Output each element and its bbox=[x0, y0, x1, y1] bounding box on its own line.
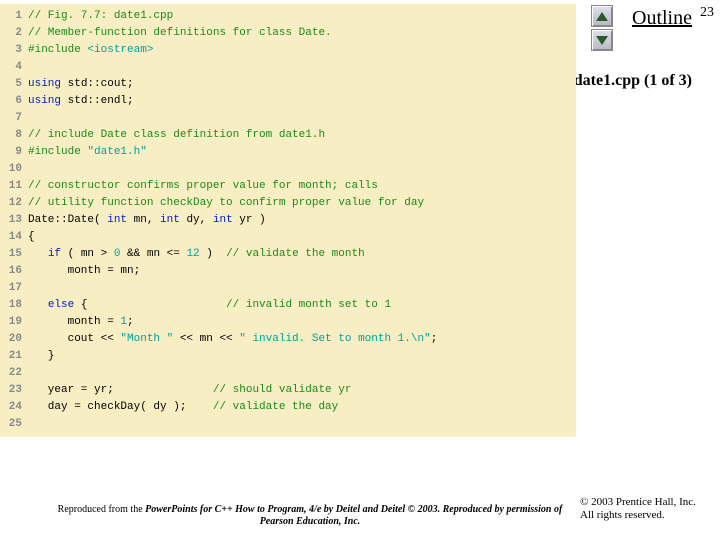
code-text: year = yr; // should validate yr bbox=[28, 382, 351, 399]
code-text: // Fig. 7.7: date1.cpp bbox=[28, 8, 173, 25]
code-line: 16 month = mn; bbox=[0, 263, 576, 280]
code-text: // utility function checkDay to confirm … bbox=[28, 195, 424, 212]
code-line: 5using std::cout; bbox=[0, 76, 576, 93]
code-text: #include "date1.h" bbox=[28, 144, 147, 161]
code-text bbox=[28, 110, 35, 127]
line-number: 5 bbox=[0, 76, 28, 93]
line-number: 3 bbox=[0, 42, 28, 59]
code-line: 19 month = 1; bbox=[0, 314, 576, 331]
code-text: else { // invalid month set to 1 bbox=[28, 297, 391, 314]
nav-buttons bbox=[591, 5, 613, 51]
code-text: if ( mn > 0 && mn <= 12 ) // validate th… bbox=[28, 246, 365, 263]
nav-down-button[interactable] bbox=[591, 29, 613, 51]
code-text bbox=[28, 416, 35, 433]
code-text: Date::Date( int mn, int dy, int yr ) bbox=[28, 212, 266, 229]
line-number: 14 bbox=[0, 229, 28, 246]
code-line: 18 else { // invalid month set to 1 bbox=[0, 297, 576, 314]
code-line: 9#include "date1.h" bbox=[0, 144, 576, 161]
code-text: #include <iostream> bbox=[28, 42, 153, 59]
code-line: 21 } bbox=[0, 348, 576, 365]
code-line: 15 if ( mn > 0 && mn <= 12 ) // validate… bbox=[0, 246, 576, 263]
repro-pre: Reproduced from the bbox=[58, 504, 145, 515]
outline-heading: Outline bbox=[632, 7, 692, 30]
line-number: 4 bbox=[0, 59, 28, 76]
line-number: 17 bbox=[0, 280, 28, 297]
code-line: 6using std::endl; bbox=[0, 93, 576, 110]
line-number: 9 bbox=[0, 144, 28, 161]
triangle-down-icon bbox=[596, 36, 608, 45]
line-number: 21 bbox=[0, 348, 28, 365]
repro-bold: PowerPoints for C++ How to Program, 4/e … bbox=[145, 504, 562, 527]
line-number: 24 bbox=[0, 399, 28, 416]
code-line: 13Date::Date( int mn, int dy, int yr ) bbox=[0, 212, 576, 229]
file-subtitle: date1.cpp (1 of 3) bbox=[574, 72, 692, 90]
copyright-line2: All rights reserved. bbox=[580, 509, 665, 521]
line-number: 11 bbox=[0, 178, 28, 195]
line-number: 25 bbox=[0, 416, 28, 433]
code-text bbox=[28, 280, 35, 297]
line-number: 1 bbox=[0, 8, 28, 25]
line-number: 23 bbox=[0, 382, 28, 399]
code-text: month = 1; bbox=[28, 314, 134, 331]
code-line: 11// constructor confirms proper value f… bbox=[0, 178, 576, 195]
code-line: 25 bbox=[0, 416, 576, 433]
triangle-up-icon bbox=[596, 12, 608, 21]
line-number: 15 bbox=[0, 246, 28, 263]
line-number: 22 bbox=[0, 365, 28, 382]
line-number: 2 bbox=[0, 25, 28, 42]
line-number: 8 bbox=[0, 127, 28, 144]
code-block: 1// Fig. 7.7: date1.cpp2// Member-functi… bbox=[0, 4, 576, 437]
code-text: month = mn; bbox=[28, 263, 140, 280]
code-line: 7 bbox=[0, 110, 576, 127]
code-line: 8// include Date class definition from d… bbox=[0, 127, 576, 144]
code-text: day = checkDay( dy ); // validate the da… bbox=[28, 399, 338, 416]
code-text: { bbox=[28, 229, 35, 246]
code-line: 4 bbox=[0, 59, 576, 76]
line-number: 12 bbox=[0, 195, 28, 212]
code-line: 22 bbox=[0, 365, 576, 382]
code-line: 14{ bbox=[0, 229, 576, 246]
line-number: 16 bbox=[0, 263, 28, 280]
copyright-line1: © 2003 Prentice Hall, Inc. bbox=[580, 496, 696, 508]
line-number: 20 bbox=[0, 331, 28, 348]
code-text: // include Date class definition from da… bbox=[28, 127, 325, 144]
code-line: 12// utility function checkDay to confir… bbox=[0, 195, 576, 212]
nav-up-button[interactable] bbox=[591, 5, 613, 27]
code-line: 3#include <iostream> bbox=[0, 42, 576, 59]
page-number: 23 bbox=[700, 5, 714, 21]
code-line: 2// Member-function definitions for clas… bbox=[0, 25, 576, 42]
line-number: 10 bbox=[0, 161, 28, 178]
code-text bbox=[28, 365, 35, 382]
code-text: cout << "Month " << mn << " invalid. Set… bbox=[28, 331, 437, 348]
line-number: 7 bbox=[0, 110, 28, 127]
line-number: 18 bbox=[0, 297, 28, 314]
code-text: // Member-function definitions for class… bbox=[28, 25, 332, 42]
code-line: 24 day = checkDay( dy ); // validate the… bbox=[0, 399, 576, 416]
line-number: 6 bbox=[0, 93, 28, 110]
code-text: using std::cout; bbox=[28, 76, 134, 93]
code-text: // constructor confirms proper value for… bbox=[28, 178, 378, 195]
code-line: 20 cout << "Month " << mn << " invalid. … bbox=[0, 331, 576, 348]
line-number: 19 bbox=[0, 314, 28, 331]
code-line: 23 year = yr; // should validate yr bbox=[0, 382, 576, 399]
reproduction-notice: Reproduced from the PowerPoints for C++ … bbox=[40, 504, 580, 528]
line-number: 13 bbox=[0, 212, 28, 229]
code-text bbox=[28, 59, 35, 76]
code-text: } bbox=[28, 348, 54, 365]
code-line: 10 bbox=[0, 161, 576, 178]
code-text bbox=[28, 161, 35, 178]
code-line: 1// Fig. 7.7: date1.cpp bbox=[0, 8, 576, 25]
copyright-notice: © 2003 Prentice Hall, Inc. All rights re… bbox=[580, 496, 710, 522]
code-text: using std::endl; bbox=[28, 93, 134, 110]
code-line: 17 bbox=[0, 280, 576, 297]
